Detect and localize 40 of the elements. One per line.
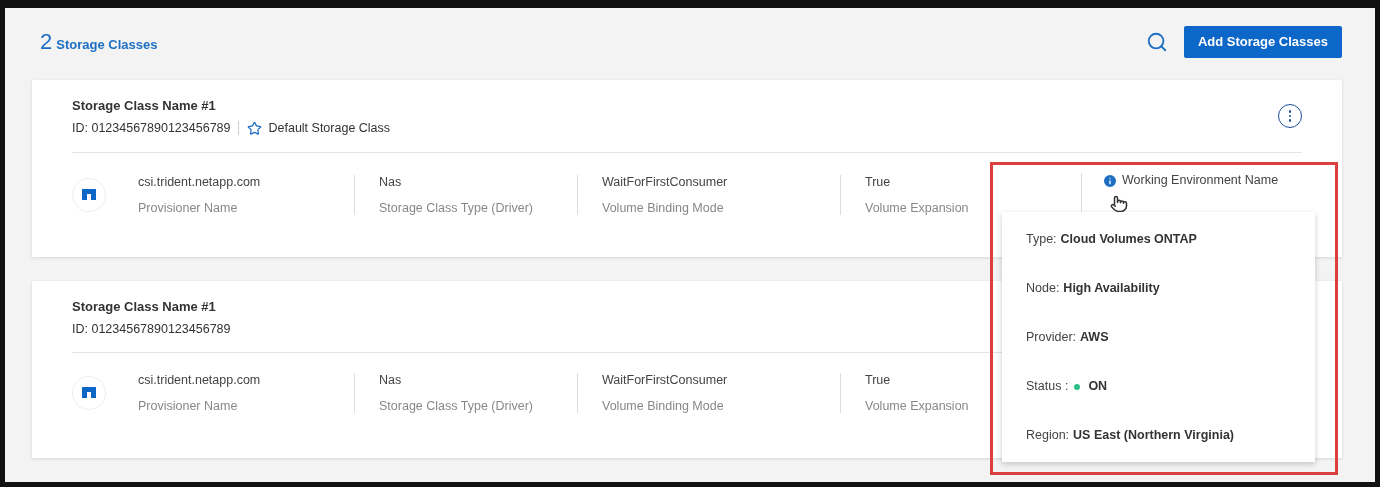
storage-class-id: ID: 01234567890123456789 (72, 121, 231, 136)
tooltip-label: Region: (1026, 428, 1070, 442)
storage-classes-title: Storage Classes (56, 37, 158, 53)
star-icon[interactable] (247, 120, 263, 136)
tooltip-label: Provider: (1026, 330, 1077, 344)
add-storage-classes-button[interactable]: Add Storage Classes (1183, 25, 1342, 58)
field-value: Nas (379, 174, 402, 189)
info-icon[interactable] (1102, 172, 1118, 189)
field-label: Volume Expansion (865, 200, 969, 215)
storage-class-count: 2 (40, 28, 53, 55)
field-label: Volume Binding Mode (602, 200, 724, 215)
default-storage-class-label: Default Storage Class (268, 121, 391, 136)
tooltip-value: ON (1088, 379, 1108, 393)
field-value: Nas (379, 372, 402, 387)
field-value: WaitForFirstConsumer (602, 372, 728, 387)
tooltip-value: Cloud Volumes ONTAP (1060, 232, 1197, 246)
field-label: Provisioner Name (138, 398, 238, 413)
field-value: True (865, 372, 891, 387)
field-label: Volume Expansion (865, 398, 969, 413)
search-icon[interactable] (1145, 30, 1168, 53)
field-label: Storage Class Type (Driver) (379, 200, 533, 215)
tooltip-label: Node: (1026, 281, 1060, 295)
field-value: csi.trident.netapp.com (138, 372, 261, 387)
tooltip-label: Type: (1026, 232, 1057, 246)
provisioner-logo-icon (72, 177, 106, 212)
storage-class-id: ID: 01234567890123456789 (72, 321, 231, 336)
storage-class-name: Storage Class Name #1 (72, 97, 217, 113)
field-value: WaitForFirstConsumer (602, 174, 728, 189)
tooltip-label: Status : (1026, 379, 1069, 393)
field-label: Storage Class Type (Driver) (379, 398, 533, 413)
more-options-button[interactable] (1278, 103, 1302, 128)
tooltip-value: US East (Northern Virginia) (1073, 428, 1234, 442)
field-label: Provisioner Name (138, 200, 238, 215)
tooltip-value: High Availability (1063, 281, 1160, 295)
field-value: True (865, 174, 891, 189)
working-environment-name[interactable]: Working Environment Name (1122, 172, 1279, 187)
field-label: Volume Binding Mode (602, 398, 724, 413)
field-value: csi.trident.netapp.com (138, 174, 261, 189)
storage-class-name: Storage Class Name #1 (72, 298, 217, 314)
tooltip-value: AWS (1080, 330, 1109, 344)
